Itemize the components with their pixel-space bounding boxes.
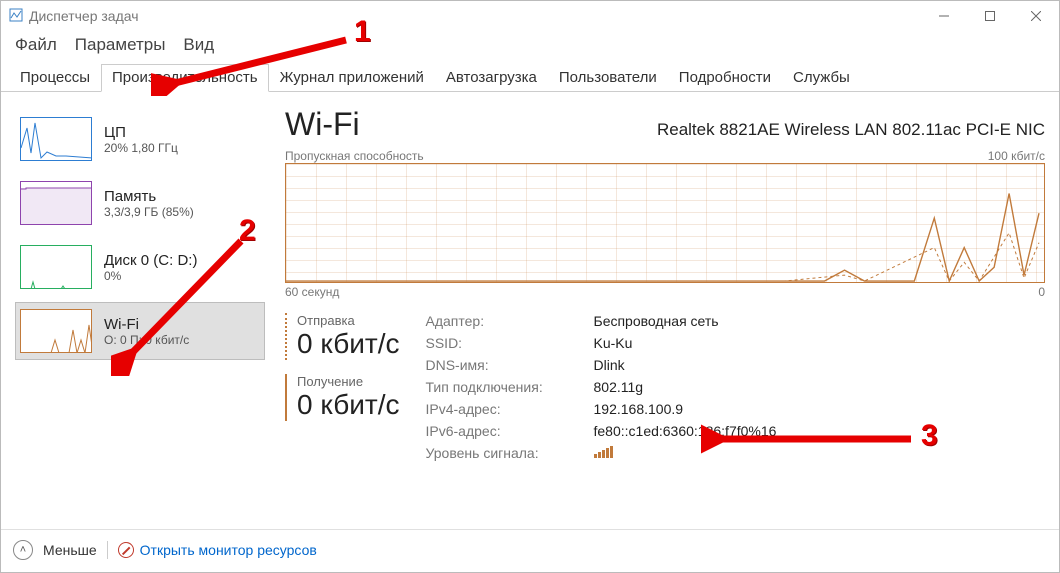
chart-max: 100 кбит/c bbox=[988, 149, 1045, 163]
tab-services[interactable]: Службы bbox=[782, 64, 861, 92]
chart-label: Пропускная способность bbox=[285, 149, 424, 163]
adapter-name: Realtek 8821AE Wireless LAN 802.11ac PCI… bbox=[657, 120, 1045, 140]
prop-type-v: 802.11g bbox=[594, 379, 777, 395]
sidebar-item-disk[interactable]: Диск 0 (C: D:) 0% bbox=[15, 238, 265, 296]
menu-options[interactable]: Параметры bbox=[75, 35, 166, 55]
chart-xaxis-right: 0 bbox=[1038, 285, 1045, 299]
disk-title: Диск 0 (C: D:) bbox=[104, 252, 197, 269]
wifi-sub: О: 0 П: 0 кбит/с bbox=[104, 333, 189, 347]
menu-view[interactable]: Вид bbox=[183, 35, 214, 55]
fewer-details-button[interactable]: Меньше bbox=[43, 542, 97, 558]
chevron-up-icon[interactable]: ˄ bbox=[13, 540, 33, 560]
send-label: Отправка bbox=[297, 313, 400, 328]
prop-signal-k: Уровень сигнала: bbox=[426, 445, 576, 461]
sidebar-item-cpu[interactable]: ЦП 20% 1,80 ГГц bbox=[15, 110, 265, 168]
wifi-thumb bbox=[20, 309, 92, 353]
memory-thumb bbox=[20, 181, 92, 225]
signal-bars-icon bbox=[594, 446, 613, 458]
tabstrip: Процессы Производительность Журнал прило… bbox=[1, 63, 1059, 92]
tab-users[interactable]: Пользователи bbox=[548, 64, 668, 92]
main-panel: Wi-Fi Realtek 8821AE Wireless LAN 802.11… bbox=[285, 106, 1045, 529]
memory-title: Память bbox=[104, 188, 194, 205]
body: ЦП 20% 1,80 ГГц Память 3,3/3,9 ГБ (85%) bbox=[1, 92, 1059, 529]
tab-details[interactable]: Подробности bbox=[668, 64, 782, 92]
cpu-thumb bbox=[20, 117, 92, 161]
prop-ipv6-v: fe80::c1ed:6360:186:f7f0%16 bbox=[594, 423, 777, 439]
page-title: Wi-Fi bbox=[285, 106, 360, 143]
prop-adapter-k: Адаптер: bbox=[426, 313, 576, 329]
separator bbox=[107, 541, 108, 559]
app-icon bbox=[9, 8, 23, 25]
menubar: Файл Параметры Вид bbox=[1, 31, 1059, 63]
sidebar-item-wifi[interactable]: Wi-Fi О: 0 П: 0 кбит/с bbox=[15, 302, 265, 360]
recv-value: 0 кбит/c bbox=[297, 389, 400, 421]
properties: Адаптер: Беспроводная сеть SSID: Ku-Ku D… bbox=[426, 313, 777, 461]
recv-rate: Получение 0 кбит/c bbox=[285, 374, 400, 421]
tab-performance[interactable]: Производительность bbox=[101, 64, 269, 92]
tab-startup[interactable]: Автозагрузка bbox=[435, 64, 548, 92]
recv-label: Получение bbox=[297, 374, 400, 389]
prop-ssid-k: SSID: bbox=[426, 335, 576, 351]
maximize-button[interactable] bbox=[967, 1, 1013, 31]
tab-app-history[interactable]: Журнал приложений bbox=[269, 64, 435, 92]
resmon-icon bbox=[118, 542, 134, 558]
disk-thumb bbox=[20, 245, 92, 289]
prop-type-k: Тип подключения: bbox=[426, 379, 576, 395]
prop-ipv4-v: 192.168.100.9 bbox=[594, 401, 777, 417]
wifi-title: Wi-Fi bbox=[104, 316, 189, 333]
chart-xaxis-left: 60 секунд bbox=[285, 285, 339, 299]
minimize-button[interactable] bbox=[921, 1, 967, 31]
disk-sub: 0% bbox=[104, 269, 197, 283]
prop-adapter-v: Беспроводная сеть bbox=[594, 313, 777, 329]
task-manager-window: Диспетчер задач Файл Параметры Вид Проце… bbox=[0, 0, 1060, 573]
prop-dns-v: Dlink bbox=[594, 357, 777, 373]
cpu-title: ЦП bbox=[104, 124, 178, 141]
open-resmon-label: Открыть монитор ресурсов bbox=[140, 542, 317, 558]
cpu-sub: 20% 1,80 ГГц bbox=[104, 141, 178, 155]
memory-sub: 3,3/3,9 ГБ (85%) bbox=[104, 205, 194, 219]
close-button[interactable] bbox=[1013, 1, 1059, 31]
titlebar: Диспетчер задач bbox=[1, 1, 1059, 31]
prop-dns-k: DNS-имя: bbox=[426, 357, 576, 373]
sidebar: ЦП 20% 1,80 ГГц Память 3,3/3,9 ГБ (85%) bbox=[15, 106, 265, 529]
prop-ipv4-k: IPv4-адрес: bbox=[426, 401, 576, 417]
send-value: 0 кбит/c bbox=[297, 328, 400, 360]
stats-area: Отправка 0 кбит/c Получение 0 кбит/c Ада… bbox=[285, 313, 1045, 461]
menu-file[interactable]: Файл bbox=[15, 35, 57, 55]
window-title: Диспетчер задач bbox=[29, 8, 139, 24]
throughput-chart[interactable] bbox=[285, 163, 1045, 283]
send-rate: Отправка 0 кбит/c bbox=[285, 313, 400, 360]
tab-processes[interactable]: Процессы bbox=[9, 64, 101, 92]
prop-ssid-v: Ku-Ku bbox=[594, 335, 777, 351]
open-resmon-link[interactable]: Открыть монитор ресурсов bbox=[118, 542, 317, 558]
window-controls bbox=[921, 1, 1059, 31]
sidebar-item-memory[interactable]: Память 3,3/3,9 ГБ (85%) bbox=[15, 174, 265, 232]
prop-signal-v bbox=[594, 445, 777, 461]
bottom-bar: ˄ Меньше Открыть монитор ресурсов bbox=[1, 529, 1059, 572]
prop-ipv6-k: IPv6-адрес: bbox=[426, 423, 576, 439]
